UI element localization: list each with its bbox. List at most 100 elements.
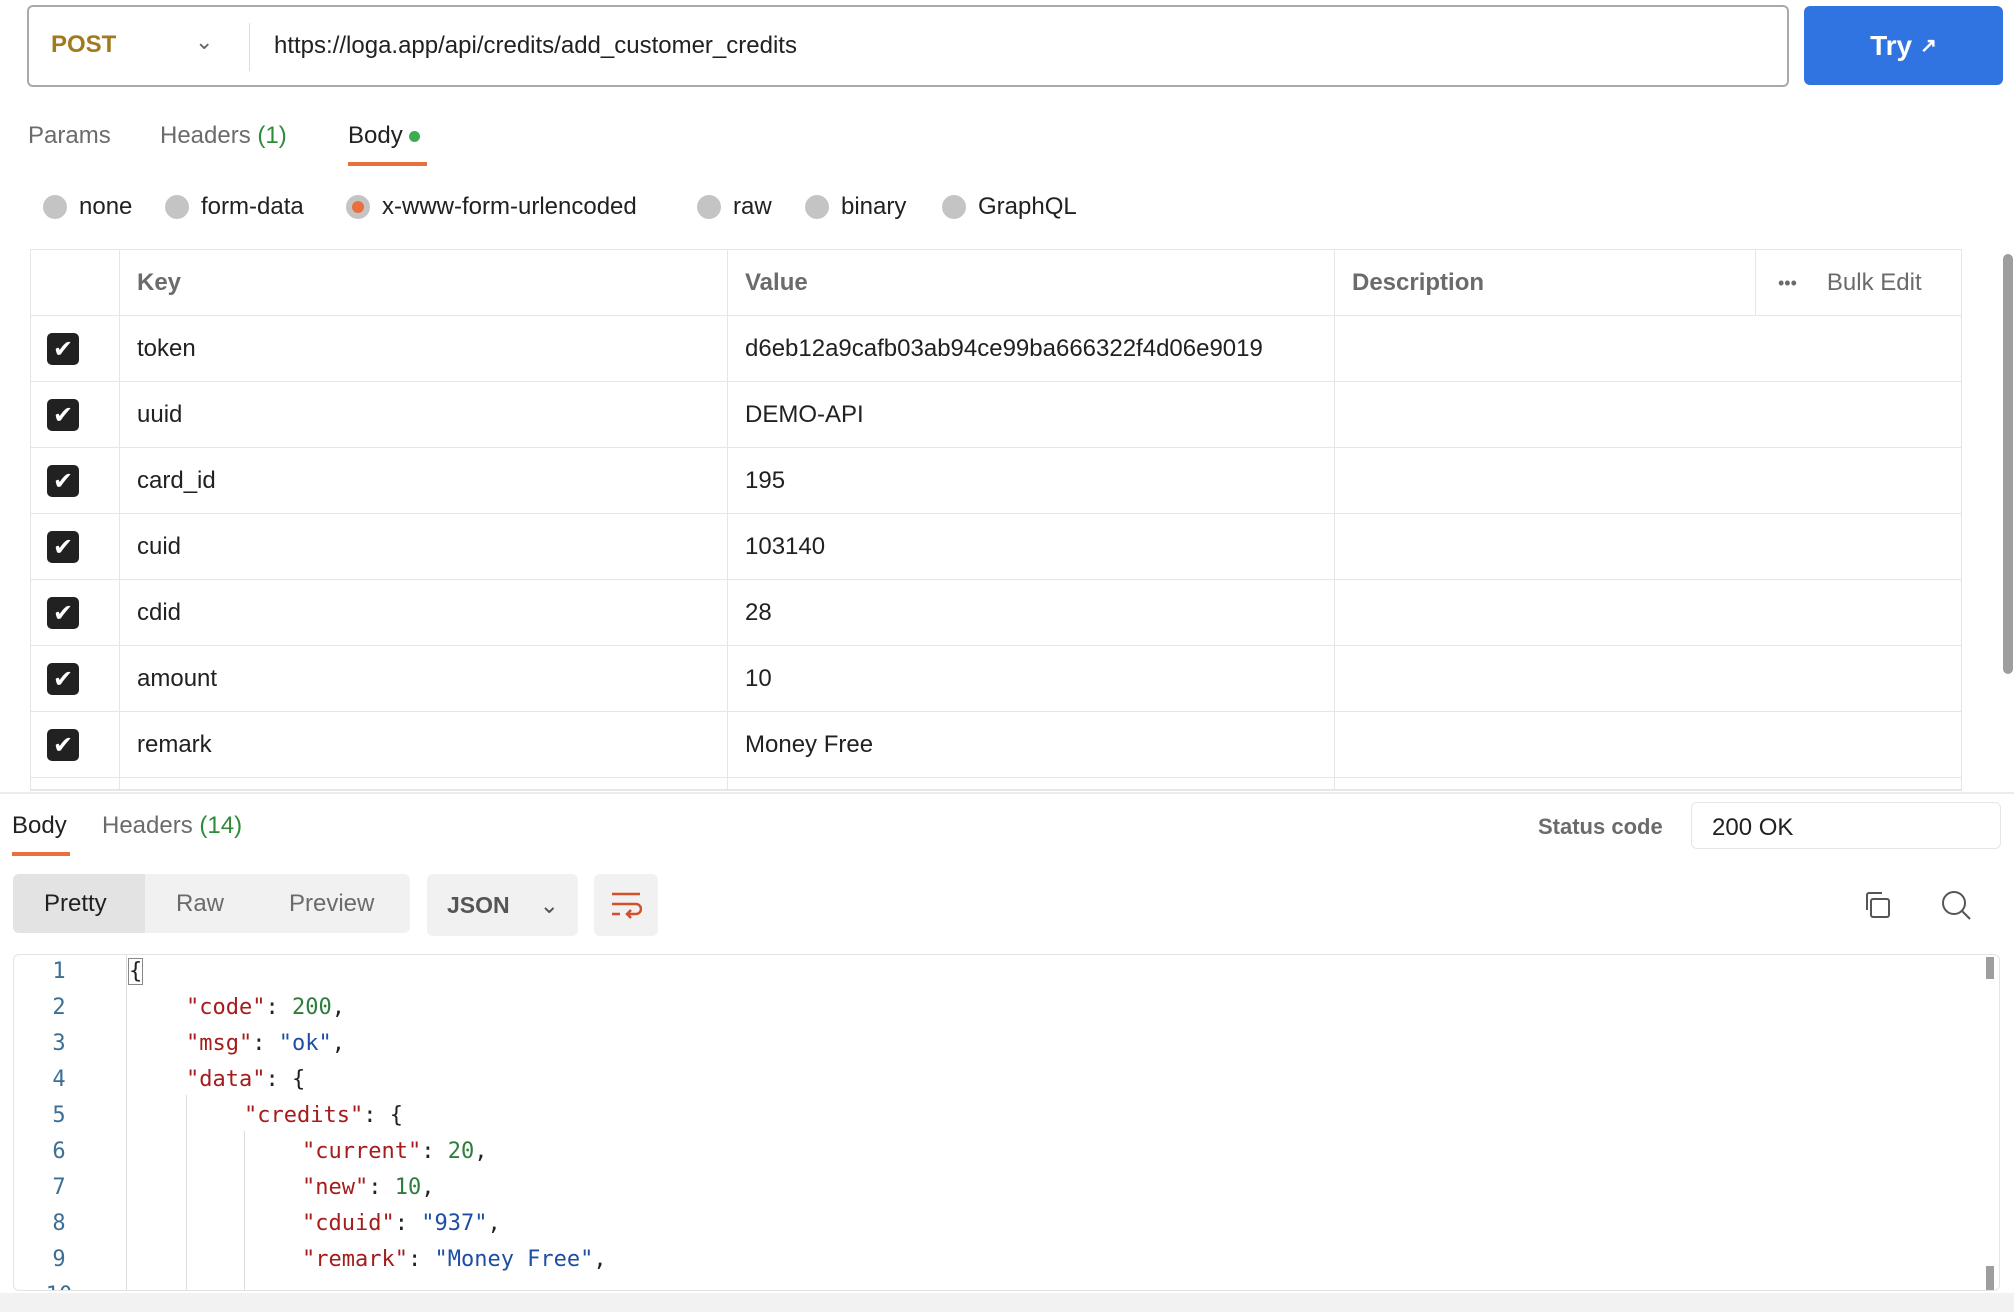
bulk-edit-button[interactable]: Bulk Edit — [1827, 269, 1922, 297]
key-cell[interactable]: uuid — [120, 382, 728, 448]
copy-icon[interactable] — [1862, 890, 1892, 925]
code-line: "code": 200, — [186, 995, 345, 1021]
headers-count: (14) — [199, 812, 243, 839]
view-preview[interactable]: Preview — [289, 890, 374, 918]
key-cell[interactable] — [120, 778, 728, 790]
value-cell[interactable]: d6eb12a9cafb03ab94ce99ba666322f4d06e9019 — [728, 316, 1335, 382]
arrow-up-right-icon: ↗ — [1920, 35, 1937, 57]
format-select[interactable]: JSON ⌄ — [427, 874, 578, 936]
view-raw[interactable]: Raw — [176, 890, 224, 918]
radio-x-www-form-urlencoded[interactable]: x-www-form-urlencoded — [346, 193, 637, 221]
checkbox[interactable]: ✔ — [47, 597, 79, 629]
tab-label: Body — [348, 122, 403, 149]
header-description: Description — [1335, 250, 1756, 316]
description-cell[interactable] — [1335, 382, 1961, 448]
radio-graphql[interactable]: GraphQL — [942, 193, 1077, 221]
line-number: 9 — [52, 1247, 66, 1272]
description-cell[interactable] — [1335, 448, 1961, 514]
radio-icon — [165, 195, 189, 219]
view-mode-toggle: Pretty Raw Preview — [13, 874, 410, 933]
code-line: "cduid": "937", — [302, 1211, 501, 1237]
response-body-editor[interactable]: 12345678910 { "code": 200, "msg": "ok", … — [13, 954, 2000, 1291]
line-number: 7 — [52, 1175, 66, 1200]
key-cell[interactable]: card_id — [120, 448, 728, 514]
response-divider — [0, 792, 2014, 794]
code-line: "new": 10, — [302, 1175, 434, 1201]
radio-icon — [942, 195, 966, 219]
radio-binary[interactable]: binary — [805, 193, 906, 221]
footer-bar — [0, 1293, 2014, 1312]
tab-body[interactable]: Body — [348, 122, 421, 150]
response-tab-headers[interactable]: Headers (14) — [102, 812, 242, 840]
status-code-field: 200 OK — [1691, 802, 2001, 849]
scrollbar[interactable] — [2003, 254, 2013, 674]
indent-guide — [186, 1095, 187, 1290]
value-cell[interactable]: DEMO-API — [728, 382, 1335, 448]
value-cell[interactable]: 10 — [728, 646, 1335, 712]
line-number: 1 — [52, 959, 66, 984]
try-button[interactable]: Try ↗ — [1804, 6, 2003, 85]
response-tab-body[interactable]: Body — [12, 812, 67, 840]
json-value: 20 — [447, 1139, 475, 1164]
p: : — [265, 995, 292, 1020]
wrap-lines-button[interactable] — [594, 874, 658, 936]
key-cell[interactable]: cdid — [120, 580, 728, 646]
p: : — [363, 1103, 390, 1128]
params-table: Key Value Description ••• Bulk Edit ✔ to… — [30, 249, 1962, 791]
method-select[interactable]: POST — [51, 31, 116, 59]
radio-none[interactable]: none — [43, 193, 132, 221]
json-value: 200 — [291, 995, 332, 1020]
checkbox[interactable]: ✔ — [47, 663, 79, 695]
radio-selected-icon — [346, 195, 370, 219]
key-cell[interactable]: remark — [120, 712, 728, 778]
checkbox-cell — [31, 778, 120, 790]
key-cell[interactable]: cuid — [120, 514, 728, 580]
request-url-bar: POST ⌄ https://loga.app/api/credits/add_… — [27, 5, 1789, 87]
radio-raw[interactable]: raw — [697, 193, 772, 221]
description-cell[interactable] — [1335, 580, 1961, 646]
p: : — [368, 1175, 395, 1200]
description-cell[interactable] — [1335, 712, 1961, 778]
value-cell[interactable]: 103140 — [728, 514, 1335, 580]
description-cell[interactable] — [1335, 514, 1961, 580]
url-input[interactable]: https://loga.app/api/credits/add_custome… — [274, 32, 797, 60]
tab-label: Headers — [102, 812, 193, 839]
value-cell[interactable]: 195 — [728, 448, 1335, 514]
value-cell[interactable]: 28 — [728, 580, 1335, 646]
line-number: 6 — [52, 1139, 66, 1164]
tab-params[interactable]: Params — [28, 122, 111, 150]
checkbox-cell: ✔ — [31, 514, 120, 580]
key-cell[interactable]: amount — [120, 646, 728, 712]
value-cell[interactable]: Money Free — [728, 712, 1335, 778]
description-cell[interactable] — [1335, 646, 1961, 712]
checkbox[interactable]: ✔ — [47, 729, 79, 761]
value-cell[interactable] — [728, 778, 1335, 790]
radio-form-data[interactable]: form-data — [165, 193, 304, 221]
description-cell[interactable] — [1335, 316, 1961, 382]
radio-icon — [805, 195, 829, 219]
tab-headers[interactable]: Headers (1) — [160, 122, 287, 150]
format-label: JSON — [447, 891, 510, 918]
p: { — [291, 1067, 306, 1092]
key-cell[interactable]: token — [120, 316, 728, 382]
checkbox[interactable]: ✔ — [47, 465, 79, 497]
more-options-icon[interactable]: ••• — [1778, 273, 1797, 294]
search-icon[interactable] — [1940, 889, 1972, 926]
scrollbar[interactable] — [1986, 957, 1994, 979]
p: { — [389, 1103, 403, 1128]
code-line: "current": 20, — [302, 1139, 487, 1165]
code-line: "credits": { — [244, 1103, 403, 1129]
p: : — [421, 1139, 448, 1164]
chevron-down-icon[interactable]: ⌄ — [195, 29, 213, 55]
checkbox[interactable]: ✔ — [47, 333, 79, 365]
scrollbar[interactable] — [1986, 1266, 1994, 1290]
radio-label: x-www-form-urlencoded — [382, 193, 637, 220]
checkbox[interactable]: ✔ — [47, 399, 79, 431]
view-pretty[interactable]: Pretty — [44, 890, 107, 918]
checkbox-cell: ✔ — [31, 316, 120, 382]
brace: { — [128, 958, 144, 985]
active-tab-indicator — [12, 852, 70, 856]
checkbox[interactable]: ✔ — [47, 531, 79, 563]
headers-count: (1) — [257, 122, 287, 149]
p: , — [331, 995, 345, 1020]
